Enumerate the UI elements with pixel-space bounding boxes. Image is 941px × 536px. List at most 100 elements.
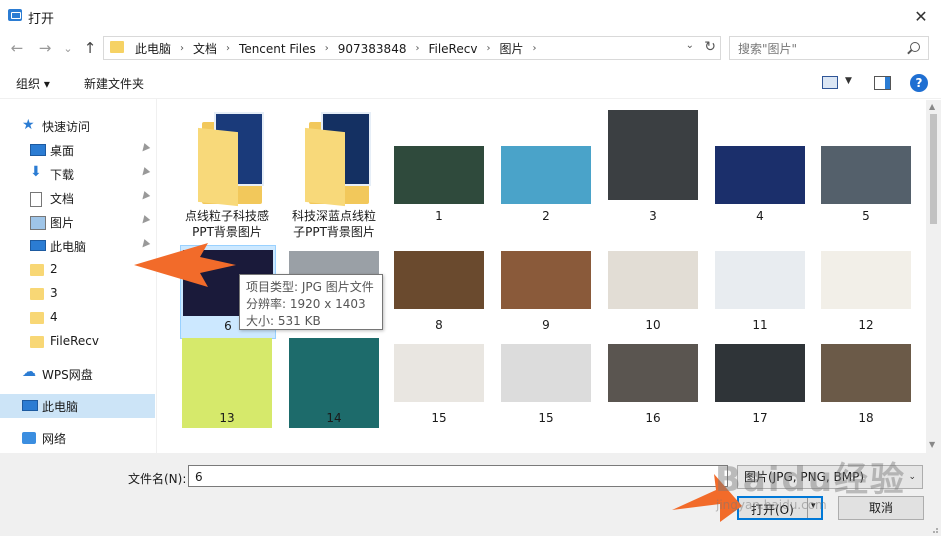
- scroll-down-icon[interactable]: ▼: [929, 440, 935, 449]
- thumbnail: [715, 251, 805, 309]
- file-name: 点线粒子科技感PPT背景图片: [184, 209, 269, 239]
- file-item[interactable]: 18: [819, 338, 913, 430]
- sidebar-item[interactable]: 2: [0, 258, 155, 282]
- search-input[interactable]: 搜索"图片": [729, 36, 929, 60]
- cloud-icon: ☁: [22, 364, 36, 380]
- address-bar[interactable]: 此电脑 › 文档 › Tencent Files › 907383848 › F…: [103, 36, 721, 60]
- sidebar-item-label: 下载: [50, 168, 75, 182]
- view-options-icon[interactable]: [822, 76, 838, 89]
- sidebar-item[interactable]: 4: [0, 306, 155, 330]
- sidebar-item[interactable]: ☁ WPS网盘: [0, 362, 155, 386]
- chevron-right-icon[interactable]: ›: [480, 43, 496, 54]
- desktop-icon: [30, 144, 46, 156]
- file-item[interactable]: 15: [499, 338, 593, 430]
- search-placeholder: 搜索"图片": [738, 42, 798, 56]
- pin-icon[interactable]: ▼: [138, 190, 151, 203]
- toolbar: 组织 ▾ 新建文件夹 ▼ ?: [0, 68, 941, 99]
- help-icon[interactable]: ?: [910, 74, 928, 92]
- file-item[interactable]: 12: [819, 245, 913, 337]
- filename-input[interactable]: 6: [188, 465, 728, 487]
- sidebar-item[interactable]: 此电脑: [0, 394, 155, 418]
- folder-icon: [110, 41, 124, 53]
- chevron-right-icon[interactable]: ›: [526, 43, 542, 54]
- filename-label: 文件名(N):: [128, 472, 187, 486]
- sidebar-item[interactable]: 文档 ▼: [0, 186, 155, 210]
- folder-icon: [30, 288, 44, 300]
- breadcrumb-item[interactable]: Tencent Files: [236, 42, 319, 56]
- back-icon[interactable]: ←: [6, 36, 28, 60]
- scroll-up-icon[interactable]: ▲: [929, 102, 935, 111]
- navigation-bar: ← → ⌄ ↑ 此电脑 › 文档 › Tencent Files › 90738…: [0, 36, 941, 60]
- file-item[interactable]: 14: [287, 338, 381, 430]
- refresh-icon[interactable]: ↻: [704, 39, 716, 55]
- thumbnail: [715, 146, 805, 204]
- chevron-down-icon[interactable]: ⌄: [686, 40, 694, 51]
- chevron-right-icon[interactable]: ›: [174, 43, 190, 54]
- breadcrumb-item[interactable]: FileRecv: [425, 42, 480, 56]
- recent-locations-icon[interactable]: ⌄: [60, 36, 76, 60]
- file-item[interactable]: 16: [606, 338, 700, 430]
- file-item[interactable]: 17: [713, 338, 807, 430]
- search-icon[interactable]: [910, 42, 920, 52]
- breadcrumb-item[interactable]: 907383848: [335, 42, 410, 56]
- close-button[interactable]: ✕: [901, 0, 941, 32]
- sidebar-item[interactable]: ⬇ 下载 ▼: [0, 162, 155, 186]
- file-item[interactable]: 3: [606, 104, 700, 239]
- vertical-scrollbar[interactable]: ▲ ▼: [926, 100, 941, 453]
- breadcrumb-item[interactable]: 图片: [496, 40, 526, 57]
- folder-flap: [198, 127, 238, 207]
- preview-pane-icon[interactable]: [874, 76, 891, 90]
- folder-flap: [305, 127, 345, 207]
- file-item[interactable]: 8: [392, 245, 486, 337]
- file-name: 科技深蓝点线粒子PPT背景图片: [291, 209, 376, 239]
- file-item[interactable]: 2: [499, 104, 593, 239]
- pin-icon[interactable]: ▼: [138, 214, 151, 227]
- sidebar-item-label: WPS网盘: [42, 368, 93, 382]
- sidebar-item[interactable]: 网络: [0, 426, 155, 450]
- forward-icon[interactable]: →: [34, 36, 56, 60]
- picture-icon: [30, 216, 46, 230]
- file-item[interactable]: 10: [606, 245, 700, 337]
- file-item[interactable]: 1: [392, 104, 486, 239]
- breadcrumb-item[interactable]: 文档: [190, 40, 220, 57]
- chevron-down-icon[interactable]: ▼: [845, 76, 852, 86]
- chevron-right-icon[interactable]: ›: [319, 43, 335, 54]
- sidebar-item-label: 文档: [50, 192, 75, 206]
- chevron-right-icon[interactable]: ›: [409, 43, 425, 54]
- folder-item[interactable]: 科技深蓝点线粒子PPT背景图片: [287, 104, 381, 239]
- pin-icon[interactable]: ▼: [138, 166, 151, 179]
- file-item[interactable]: 4: [713, 104, 807, 239]
- chevron-down-icon[interactable]: ⌄: [908, 466, 916, 488]
- pin-icon[interactable]: ▼: [138, 142, 151, 155]
- pin-icon[interactable]: ▼: [138, 238, 151, 251]
- up-icon[interactable]: ↑: [80, 36, 100, 60]
- sidebar-item[interactable]: ★ 快速访问: [0, 114, 155, 138]
- thumbnail: [608, 251, 698, 309]
- sidebar-item[interactable]: 桌面 ▼: [0, 138, 155, 162]
- sidebar-item[interactable]: 3: [0, 282, 155, 306]
- organize-button[interactable]: 组织 ▾: [16, 75, 50, 92]
- sidebar-item[interactable]: FileRecv: [0, 330, 155, 354]
- file-name: 15: [538, 411, 554, 425]
- chevron-right-icon[interactable]: ›: [220, 43, 236, 54]
- file-item[interactable]: 5: [819, 104, 913, 239]
- file-item[interactable]: 11: [713, 245, 807, 337]
- download-icon: ⬇: [30, 164, 42, 180]
- folder-item[interactable]: 点线粒子科技感PPT背景图片: [180, 104, 274, 239]
- file-item[interactable]: 9: [499, 245, 593, 337]
- file-item[interactable]: 13: [180, 338, 274, 430]
- sidebar-item[interactable]: 此电脑 ▼: [0, 234, 155, 258]
- new-folder-button[interactable]: 新建文件夹: [84, 75, 144, 92]
- file-name: 8: [435, 318, 443, 332]
- watermark-url: jingyan.baidu.com: [716, 498, 827, 512]
- thumbnail: [501, 344, 591, 402]
- file-item[interactable]: 15: [392, 338, 486, 430]
- thumbnail: [821, 146, 911, 204]
- pane-divider[interactable]: [156, 98, 157, 454]
- folder-icon: [30, 312, 44, 324]
- scroll-thumb[interactable]: [930, 114, 937, 224]
- breadcrumb-item[interactable]: 此电脑: [132, 40, 174, 57]
- thumbnail: [821, 344, 911, 402]
- resize-grip-icon[interactable]: [929, 524, 939, 534]
- sidebar-item[interactable]: 图片 ▼: [0, 210, 155, 234]
